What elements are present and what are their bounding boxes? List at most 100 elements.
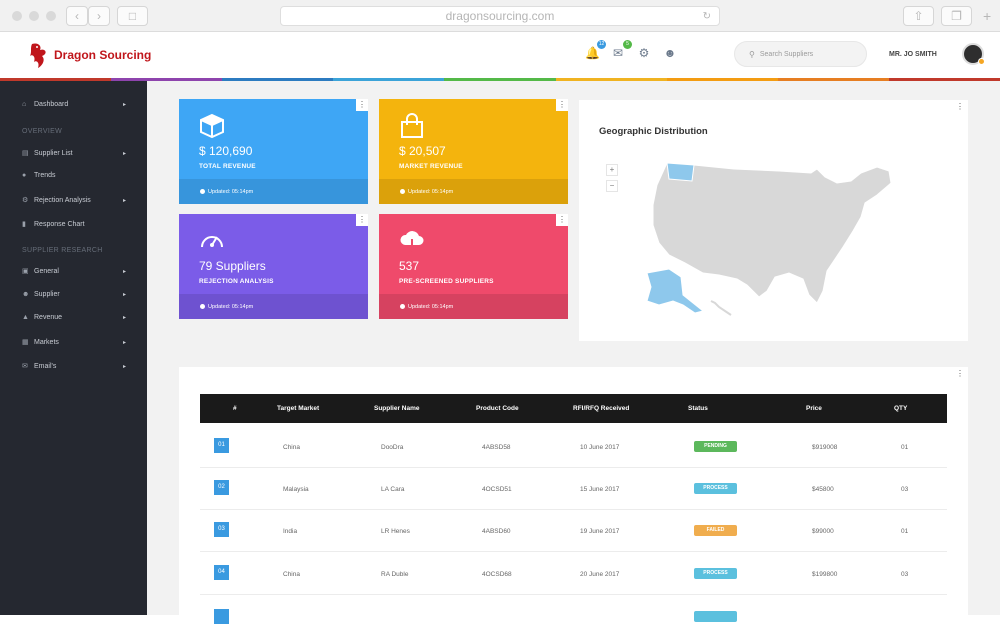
column-header-qty: QTY: [894, 405, 908, 412]
envelope-icon[interactable]: ✉ 5: [611, 40, 632, 60]
share-icon[interactable]: ⇧: [903, 6, 934, 26]
card-menu-icon[interactable]: ⋮: [356, 214, 368, 226]
row-number-badge[interactable]: 04: [214, 565, 229, 580]
card-footer: Updated: 05:14pm: [179, 294, 368, 319]
chevron-right-icon: ▸: [122, 315, 126, 321]
stat-card-pre-screened-suppliers[interactable]: 537 PRE-SCREENED SUPPLIERS Updated: 05:1…: [379, 214, 568, 319]
app-header: Dragon Sourcing 🔔 12 ✉ 5 ⚙ ☻ ⚲ Search Supp…: [0, 32, 1000, 78]
stat-card-total-revenue[interactable]: $ 120,690 TOTAL REVENUE Updated: 05:14pm…: [179, 99, 368, 204]
table-row[interactable]: [200, 596, 947, 638]
chevron-right-icon: ▸: [122, 150, 126, 157]
url-text: dragonsourcing.com: [445, 9, 555, 23]
avatar[interactable]: [962, 43, 985, 65]
card-label: MARKET REVENUE: [399, 163, 463, 170]
card-menu-icon[interactable]: ⋮: [556, 214, 568, 226]
panel-menu-icon[interactable]: ⋮: [956, 369, 964, 378]
chevron-right-icon: ▸: [122, 197, 126, 204]
column-header-rfi-rfq-received: RFI/RFQ Received: [573, 405, 630, 412]
search-input[interactable]: ⚲ Search Suppliers: [734, 41, 867, 67]
sidebar-item-general[interactable]: ▣ General ▸: [22, 267, 126, 276]
card-menu-icon[interactable]: ⋮: [556, 99, 568, 111]
cell-received-date: 20 June 2017: [580, 571, 620, 578]
gear-icon[interactable]: ⚙: [637, 46, 651, 60]
chevron-right-icon: ▸: [122, 292, 126, 298]
sidebar-item-response-chart[interactable]: ▮ Response Chart: [22, 220, 126, 229]
clock-icon: [400, 304, 405, 309]
card-footer: Updated: 05:14pm: [379, 179, 568, 204]
users-icon[interactable]: ☻: [663, 46, 677, 60]
cell-qty: 01: [901, 528, 909, 535]
reload-icon[interactable]: ↻: [703, 11, 711, 22]
card-label: PRE-SCREENED SUPPLIERS: [399, 278, 494, 285]
mail-icon: ✉: [22, 363, 28, 370]
card-menu-icon[interactable]: ⋮: [356, 99, 368, 111]
gear-icon: ⚙: [22, 197, 29, 204]
suppliers-table-panel: ⋮ # Target Market Supplier Name Product …: [179, 367, 968, 624]
cell-qty: 01: [901, 444, 909, 451]
sidebar-item-markets[interactable]: ▦ Markets ▸: [22, 338, 126, 347]
status-badge: [694, 611, 737, 622]
sidebar-item-label: Trends: [34, 172, 56, 179]
sidebar-item-emails[interactable]: ✉ Email's ▸: [22, 362, 126, 371]
cell-price: $45800: [812, 486, 834, 493]
window-maximize-dot[interactable]: [46, 11, 56, 21]
stat-card-rejection-analysis[interactable]: 79 Suppliers REJECTION ANALYSIS Updated:…: [179, 214, 368, 319]
cell-price: $199800: [812, 571, 838, 578]
us-map[interactable]: [639, 155, 899, 320]
table-row[interactable]: 02 Malaysia LA Cara 4OCSD51 15 June 2017…: [200, 468, 947, 510]
sidebar-item-dashboard[interactable]: ⌂ Dashboard ▸: [22, 101, 126, 108]
user-name[interactable]: MR. JO SMITH: [889, 51, 937, 58]
clock-icon: [200, 189, 205, 194]
chevron-right-icon: ▸: [122, 102, 126, 108]
column-header-number: #: [233, 405, 237, 412]
address-bar[interactable]: dragonsourcing.com ↻: [280, 6, 720, 26]
cell-target-market: Malaysia: [283, 486, 309, 493]
user-icon: ☻: [22, 291, 30, 298]
table-row[interactable]: 04 China RA Duble 4OCSD68 20 June 2017 P…: [200, 553, 947, 595]
sidebar-item-label: Revenue: [34, 314, 63, 321]
sidebar-item-supplier-list[interactable]: ▤ Supplier List ▸: [22, 149, 126, 158]
column-header-target-market: Target Market: [277, 405, 320, 412]
window-minimize-dot[interactable]: [29, 11, 39, 21]
sidebar-item-trends[interactable]: ● Trends: [22, 172, 126, 179]
cell-target-market: India: [283, 528, 298, 535]
row-number-badge[interactable]: 03: [214, 522, 229, 537]
back-icon[interactable]: ‹: [66, 6, 88, 26]
bell-icon[interactable]: 🔔 12: [585, 40, 606, 60]
sidebar: ⌂ Dashboard ▸ OVERVIEW ▤ Supplier List ▸…: [0, 81, 147, 615]
sidebar-toggle-icon[interactable]: □: [117, 6, 148, 26]
tabs-icon[interactable]: ❐: [941, 6, 972, 26]
forward-icon[interactable]: ›: [88, 6, 110, 26]
new-tab-icon[interactable]: +: [983, 8, 991, 24]
column-header-product-code: Product Code: [476, 405, 519, 412]
cell-price: $919008: [812, 444, 838, 451]
row-number-badge[interactable]: 02: [214, 480, 229, 495]
sidebar-item-label: Response Chart: [34, 220, 85, 228]
sidebar-item-supplier[interactable]: ☻ Supplier ▸: [22, 291, 126, 298]
column-header-supplier-name: Supplier Name: [374, 405, 420, 412]
table-row[interactable]: 01 China DooDra 4ABSD58 10 June 2017 PEN…: [200, 426, 947, 468]
messages-badge: 5: [623, 40, 632, 49]
row-number-badge[interactable]: 01: [214, 438, 229, 453]
logo[interactable]: Dragon Sourcing: [28, 40, 151, 70]
sidebar-item-revenue[interactable]: ▲ Revenue ▸: [22, 314, 126, 321]
card-value: 537: [399, 259, 420, 273]
sidebar-item-label: General: [34, 267, 59, 275]
sidebar-item-rejection-analysis[interactable]: ⚙ Rejection Analysis ▸: [22, 196, 126, 205]
zoom-out-button[interactable]: −: [606, 180, 618, 192]
stat-card-market-revenue[interactable]: $ 20,507 MARKET REVENUE Updated: 05:14pm…: [379, 99, 568, 204]
zoom-in-button[interactable]: +: [606, 164, 618, 176]
status-badge: PROCESS: [694, 483, 737, 494]
chevron-right-icon: ▸: [122, 339, 126, 346]
sidebar-item-label: Dashboard: [34, 101, 69, 108]
row-number-badge[interactable]: [214, 609, 229, 624]
table-row[interactable]: 03 India LR Henes 4ABSD60 19 June 2017 F…: [200, 510, 947, 552]
window-close-dot[interactable]: [12, 11, 22, 21]
bag-icon: ▲: [22, 314, 29, 321]
cell-supplier-name: LA Cara: [381, 486, 405, 493]
gauge-icon: [201, 236, 223, 248]
panel-menu-icon[interactable]: ⋮: [956, 102, 964, 111]
card-value: 79 Suppliers: [199, 259, 266, 273]
clock-icon: [400, 189, 405, 194]
online-status-dot: [978, 58, 985, 65]
